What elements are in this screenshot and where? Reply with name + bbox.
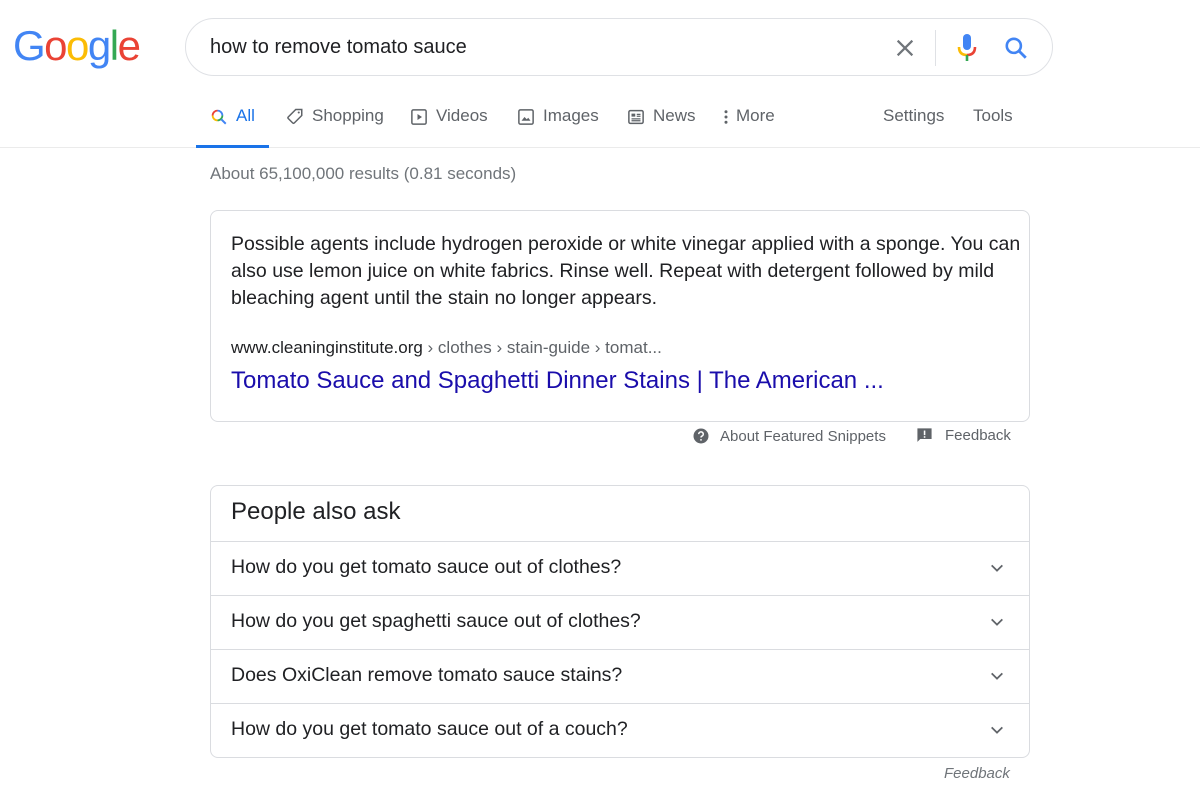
paa-question[interactable]: How do you get spaghetti sauce out of cl… [211,595,1029,649]
more-vert-icon [722,108,730,126]
cite-domain: www.cleaninginstitute.org [231,338,423,357]
help-icon [692,427,710,445]
about-featured-snippets-link[interactable]: About Featured Snippets [692,427,886,445]
tab-images[interactable]: Images [517,106,599,148]
feedback-icon [916,427,933,444]
tab-label: News [653,106,696,125]
chevron-down-icon [989,668,1005,684]
question-text: How do you get tomato sauce out of a cou… [231,718,628,740]
search-input[interactable] [210,31,850,63]
google-logo[interactable]: Google [13,22,141,70]
logo-letter: o [44,22,67,69]
result-stats: About 65,100,000 results (0.81 seconds) [210,164,517,183]
snippet-text: Possible agents include hydrogen peroxid… [231,233,1021,309]
paa-feedback-link[interactable]: Feedback [944,765,1010,782]
search-icon [1005,37,1027,59]
search-submit-button[interactable] [1001,33,1031,63]
search-divider [935,30,936,66]
tab-label: Images [543,106,599,125]
snippet-result-link[interactable]: Tomato Sauce and Spaghetti Dinner Stains… [231,367,884,395]
paa-question[interactable]: Does OxiClean remove tomato sauce stains… [211,649,1029,703]
tab-label: More [736,106,775,125]
tab-shopping[interactable]: Shopping [286,106,384,148]
logo-letter: G [13,22,46,69]
question-text: How do you get tomato sauce out of cloth… [231,556,622,578]
logo-letter: e [117,22,141,69]
news-icon [627,108,645,126]
tab-label: Videos [436,106,488,125]
tab-videos[interactable]: Videos [410,106,488,148]
snippet-cite: www.cleaninginstitute.org › clothes › st… [231,338,662,358]
microphone-icon [957,34,977,61]
chevron-down-icon [989,722,1005,738]
logo-letter: l [109,22,119,69]
tab-label: Shopping [312,106,384,125]
logo-letter: g [87,22,111,69]
about-label: About Featured Snippets [720,427,886,445]
voice-search-button[interactable] [954,32,980,64]
people-also-ask: People also ask How do you get tomato sa… [210,485,1030,758]
tag-icon [286,108,304,126]
tab-more[interactable]: More [722,106,775,148]
paa-question[interactable]: How do you get tomato sauce out of cloth… [211,541,1029,595]
question-text: Does OxiClean remove tomato sauce stains… [231,664,623,686]
close-icon [896,39,914,57]
search-tabs: All Shopping Videos Images News More Set… [0,96,1200,148]
tools-link[interactable]: Tools [973,106,1013,126]
tab-label: All [236,106,255,125]
paa-title: People also ask [231,498,401,525]
search-box [185,18,1053,76]
chevron-down-icon [989,614,1005,630]
logo-letter: o [66,22,89,69]
tab-all[interactable]: All [196,106,269,148]
play-icon [410,108,428,126]
paa-question[interactable]: How do you get tomato sauce out of a cou… [211,703,1029,757]
search-icon [210,108,228,126]
image-icon [517,108,535,126]
snippet-feedback-link[interactable]: Feedback [916,427,1011,444]
clear-search-button[interactable] [891,34,919,62]
tab-news[interactable]: News [627,106,696,148]
question-text: How do you get spaghetti sauce out of cl… [231,610,641,632]
feedback-label: Feedback [945,427,1011,444]
featured-snippet: Possible agents include hydrogen peroxid… [210,210,1030,422]
settings-link[interactable]: Settings [883,106,944,126]
chevron-down-icon [989,560,1005,576]
cite-breadcrumbs: › clothes › stain-guide › tomat... [422,338,662,357]
